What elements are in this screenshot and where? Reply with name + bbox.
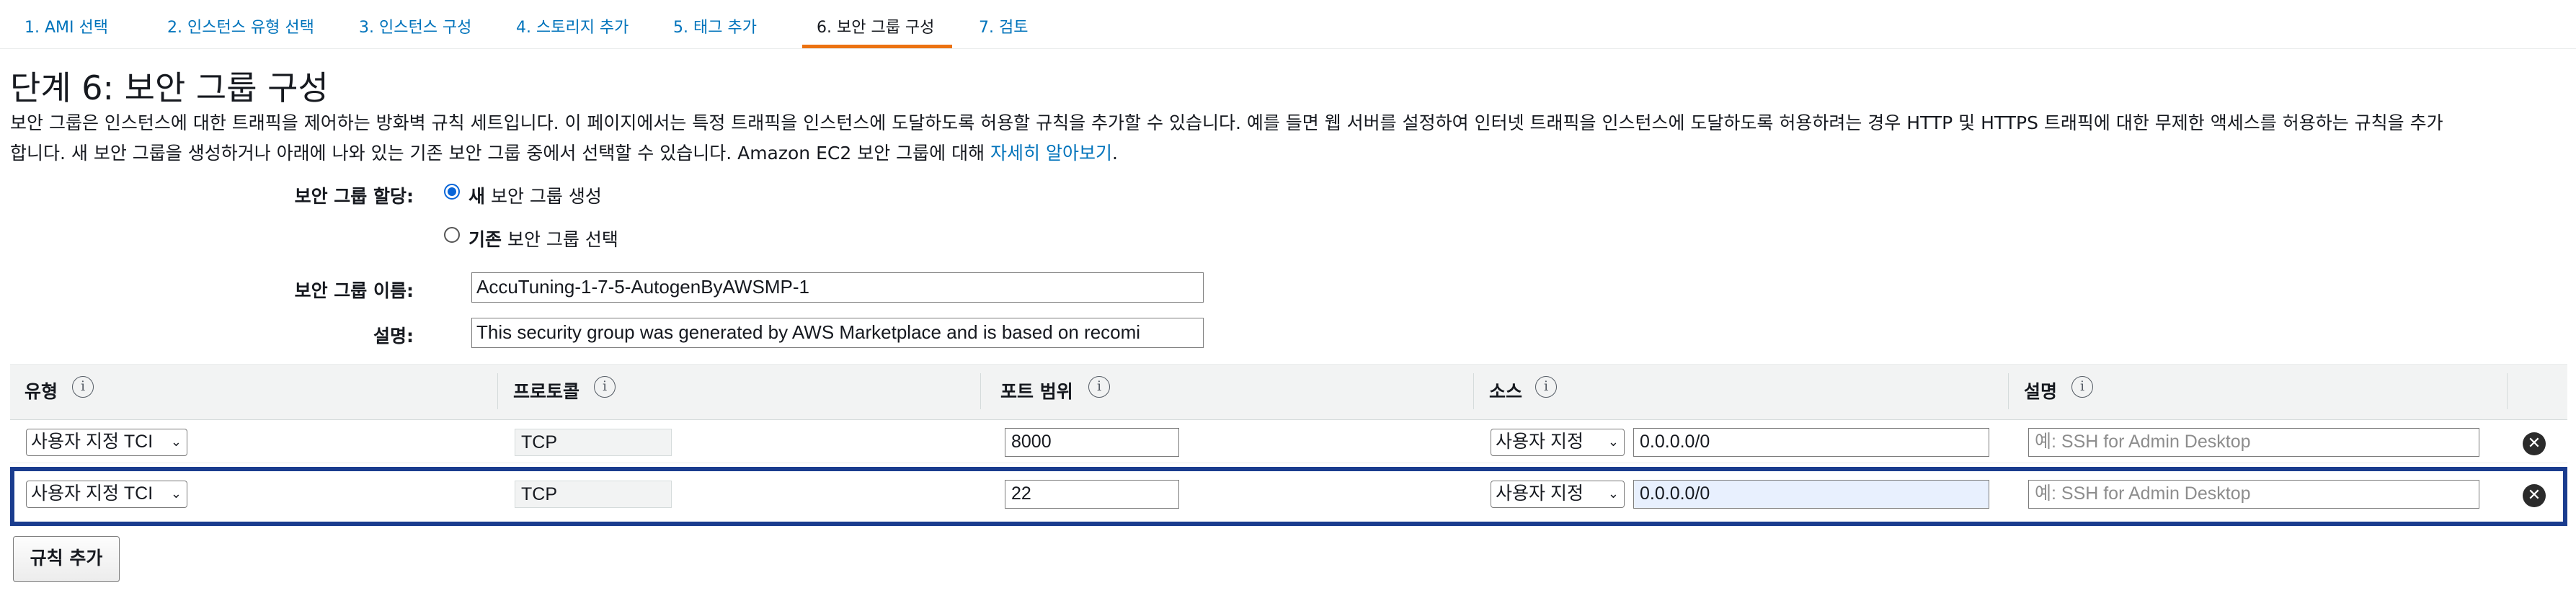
step-tab-instance-type[interactable]: 2. 인스턴스 유형 선택 — [167, 14, 314, 37]
rule-type-value: 사용자 지정 TCI — [31, 432, 154, 452]
column-header-description: 설명 — [2024, 381, 2058, 402]
rule-protocol-field: TCP — [515, 429, 672, 456]
info-icon[interactable]: i — [1535, 376, 1557, 398]
chevron-down-icon: ⌄ — [168, 429, 182, 455]
chevron-down-icon: ⌄ — [1605, 429, 1619, 455]
column-header-type: 유형 — [25, 381, 58, 402]
info-icon[interactable]: i — [1088, 376, 1110, 398]
column-header-protocol: 프로토콜 — [513, 381, 580, 402]
radio-existing-security-group[interactable] — [444, 227, 460, 243]
assign-security-group-label: 보안 그룹 할당: — [294, 186, 414, 207]
row-highlight-frame — [10, 467, 2567, 526]
remove-rule-close-circle-icon[interactable]: ✕ — [2523, 432, 2546, 455]
column-separator — [2507, 373, 2508, 409]
step-tab-configure-instance[interactable]: 3. 인스턴스 구성 — [359, 14, 471, 37]
step-tab-add-storage[interactable]: 4. 스토리지 추가 — [516, 14, 629, 37]
radio-new-security-group[interactable] — [444, 184, 460, 200]
page-description-line2: 합니다. 새 보안 그룹을 생성하거나 아래에 나와 있는 기존 보안 그룹 중… — [10, 139, 1118, 165]
step-tab-ami[interactable]: 1. AMI 선택 — [25, 14, 108, 37]
column-header-port-range: 포트 범위 — [1000, 381, 1073, 402]
info-icon[interactable]: i — [594, 376, 616, 398]
rule-port-input[interactable]: 8000 — [1005, 428, 1179, 457]
column-separator — [1473, 373, 1474, 409]
step-tab-add-tags[interactable]: 5. 태그 추가 — [673, 14, 757, 37]
security-group-name-label: 보안 그룹 이름: — [294, 280, 414, 301]
page-description-text: 합니다. 새 보안 그룹을 생성하거나 아래에 나와 있는 기존 보안 그룹 중… — [10, 143, 985, 164]
description-period: . — [1112, 143, 1118, 164]
learn-more-link[interactable]: 자세히 알아보기 — [990, 143, 1112, 164]
radio-new-security-group-label[interactable]: 새 보안 그룹 생성 — [468, 182, 602, 208]
rules-table-header — [10, 364, 2567, 420]
column-separator — [2008, 373, 2009, 409]
security-group-description-label: 설명: — [373, 326, 414, 347]
rule-type-select[interactable]: 사용자 지정 TCI ⌄ — [26, 429, 187, 456]
radio-existing-text: 보안 그룹 선택 — [502, 229, 618, 250]
info-icon[interactable]: i — [2071, 376, 2093, 398]
radio-existing-security-group-label[interactable]: 기존 보안 그룹 선택 — [468, 226, 618, 251]
page-title: 단계 6: 보안 그룹 구성 — [10, 68, 329, 107]
step-tab-review[interactable]: 7. 검토 — [979, 14, 1028, 37]
radio-new-bold: 새 — [468, 186, 486, 207]
tabs-divider — [0, 48, 2576, 49]
page-description-line1: 보안 그룹은 인스턴스에 대한 트래픽을 제어하는 방화벽 규칙 세트입니다. … — [10, 112, 2443, 133]
radio-existing-bold: 기존 — [468, 229, 502, 250]
add-rule-button[interactable]: 규칙 추가 — [13, 536, 120, 582]
rule-source-select[interactable]: 사용자 지정 ⌄ — [1491, 429, 1625, 456]
column-separator — [980, 373, 981, 409]
rule-source-cidr-input[interactable]: 0.0.0.0/0 — [1633, 428, 1989, 457]
radio-new-text: 보안 그룹 생성 — [485, 186, 602, 207]
rule-description-input[interactable]: 예: SSH for Admin Desktop — [2028, 428, 2479, 457]
column-separator — [497, 373, 498, 409]
step-tab-security-group[interactable]: 6. 보안 그룹 구성 — [817, 14, 934, 37]
info-icon[interactable]: i — [72, 376, 94, 398]
security-group-name-input[interactable]: AccuTuning-1-7-5-AutogenByAWSMP-1 — [471, 272, 1204, 303]
column-header-source: 소스 — [1489, 381, 1523, 402]
security-group-description-input[interactable]: This security group was generated by AWS… — [471, 318, 1204, 348]
rule-source-type-value: 사용자 지정 — [1496, 432, 1584, 452]
